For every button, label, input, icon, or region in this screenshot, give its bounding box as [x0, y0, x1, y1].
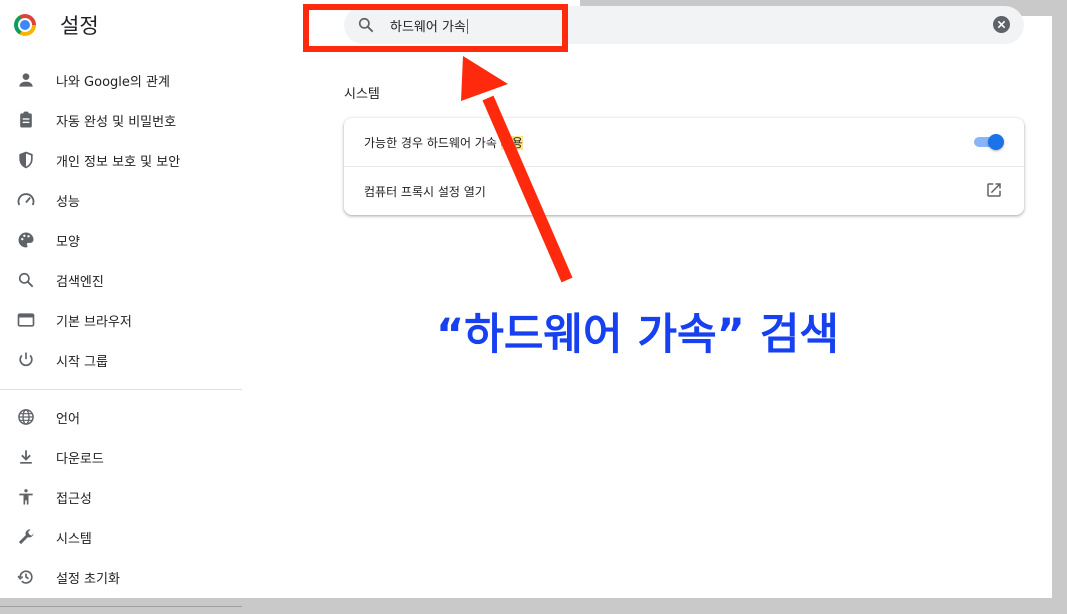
hardware-acceleration-text: 가능한 경우 하드웨어 가속 — [364, 136, 501, 150]
sidebar-item-default-browser[interactable]: 기본 브라우저 — [0, 300, 242, 340]
sidebar-item-label: 개인 정보 보호 및 보안 — [56, 155, 181, 170]
sidebar-item-label: 성능 — [56, 195, 80, 210]
sidebar-item-performance[interactable]: 성능 — [0, 180, 242, 220]
clear-search-button[interactable] — [993, 16, 1010, 33]
person-icon — [16, 70, 36, 90]
row-divider — [344, 166, 1024, 167]
palette-icon — [16, 230, 36, 250]
sidebar-item-appearance[interactable]: 모양 — [0, 220, 242, 260]
sidebar-item-label: 검색엔진 — [56, 275, 104, 290]
annotation-caption: “하드웨어 가속” 검색 — [436, 310, 839, 360]
accessibility-icon — [16, 487, 36, 507]
chrome-logo-icon — [14, 14, 36, 36]
history-icon — [16, 567, 36, 587]
sidebar-item-label: 시스템 — [56, 532, 92, 547]
globe-icon — [16, 407, 36, 427]
settings-window: 설정 나와 Google의 관계 자동 완성 및 비밀번호 개인 정보 보호 및… — [0, 0, 1052, 598]
sidebar-item-label: 다운로드 — [56, 452, 104, 467]
sidebar-item-downloads[interactable]: 다운로드 — [0, 437, 242, 477]
browser-icon — [16, 310, 36, 330]
open-external-icon[interactable] — [985, 181, 1003, 199]
proxy-settings-label[interactable]: 컴퓨터 프록시 설정 열기 — [364, 183, 486, 200]
shield-icon — [16, 150, 36, 170]
system-settings-card: 가능한 경우 하드웨어 가속 사용 컴퓨터 프록시 설정 열기 — [344, 118, 1024, 215]
page-title: 설정 — [60, 14, 99, 38]
download-icon — [16, 447, 36, 467]
sidebar-divider — [0, 389, 242, 390]
sidebar-item-label: 설정 초기화 — [56, 572, 120, 587]
toggle-knob — [988, 134, 1004, 150]
sidebar-item-system[interactable]: 시스템 — [0, 517, 242, 557]
sidebar-item-accessibility[interactable]: 접근성 — [0, 477, 242, 517]
sidebar-item-reset[interactable]: 설정 초기화 — [0, 557, 242, 597]
speedometer-icon — [16, 190, 36, 210]
sidebar-item-label: 시작 그룹 — [56, 355, 108, 370]
sidebar-item-autofill[interactable]: 자동 완성 및 비밀번호 — [0, 100, 242, 140]
sidebar-item-label: 기본 브라우저 — [56, 315, 132, 330]
sidebar-item-startup[interactable]: 시작 그룹 — [0, 340, 242, 380]
power-icon — [16, 350, 36, 370]
close-icon — [997, 20, 1006, 29]
section-title: 시스템 — [344, 87, 380, 102]
search-icon — [16, 270, 36, 290]
annotation-highlight-box — [303, 4, 568, 52]
sidebar-item-google[interactable]: 나와 Google의 관계 — [0, 60, 242, 100]
hardware-acceleration-toggle[interactable] — [974, 134, 1004, 150]
sidebar-item-label: 나와 Google의 관계 — [56, 75, 170, 90]
sidebar-item-label: 접근성 — [56, 492, 92, 507]
sidebar-item-label: 자동 완성 및 비밀번호 — [56, 115, 177, 130]
sidebar-item-languages[interactable]: 언어 — [0, 397, 242, 437]
clipboard-icon — [16, 110, 36, 130]
sidebar-item-label: 언어 — [56, 412, 80, 427]
hardware-acceleration-label: 가능한 경우 하드웨어 가속 사용 — [364, 134, 523, 151]
sidebar-item-privacy[interactable]: 개인 정보 보호 및 보안 — [0, 140, 242, 180]
sidebar-bottom-divider — [0, 606, 242, 607]
search-highlight: 사용 — [500, 136, 523, 150]
sidebar: 나와 Google의 관계 자동 완성 및 비밀번호 개인 정보 보호 및 보안… — [0, 60, 242, 598]
sidebar-item-label: 모양 — [56, 235, 80, 250]
wrench-icon — [16, 527, 36, 547]
sidebar-item-search-engine[interactable]: 검색엔진 — [0, 260, 242, 300]
